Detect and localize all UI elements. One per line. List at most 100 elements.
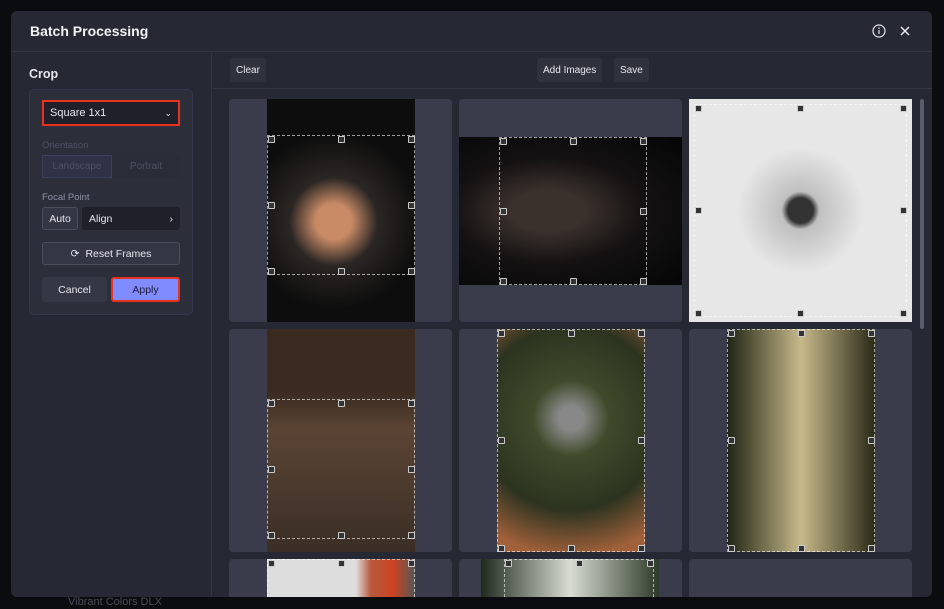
dialog-title: Batch Processing [30,23,149,39]
crop-handle[interactable] [407,201,415,209]
crop-handle[interactable] [337,135,345,143]
crop-handle[interactable] [727,329,735,337]
crop-handle[interactable] [504,559,512,567]
image-tile-empty[interactable] [689,559,912,597]
image-tile-trees[interactable] [459,559,682,597]
clear-button[interactable]: Clear [230,58,266,82]
crop-handle[interactable] [267,399,275,407]
crop-handle[interactable] [797,329,805,337]
save-button[interactable]: Save [614,58,649,82]
crop-handle[interactable] [639,137,647,145]
orientation-portrait[interactable]: Portrait [112,155,180,178]
crop-handle[interactable] [407,135,415,143]
image-tile-street-building[interactable] [229,559,452,597]
close-icon[interactable] [897,23,913,39]
crop-handle[interactable] [694,104,702,112]
crop-handle[interactable] [499,137,507,145]
crop-handle[interactable] [337,559,345,567]
crop-handle[interactable] [499,277,507,285]
crop-handle[interactable] [337,531,345,539]
crop-handle[interactable] [867,437,875,444]
crop-frame[interactable] [497,329,645,552]
crop-handle[interactable] [637,544,645,552]
crop-handle[interactable] [867,544,875,552]
batch-processing-dialog: Batch Processing Crop Square 1x1 ⌄ Orient… [11,11,932,597]
ratio-select[interactable]: Square 1x1 ⌄ [42,100,180,126]
crop-handle[interactable] [497,329,505,337]
crop-handle[interactable] [797,309,804,317]
orientation-label: Orientation [42,140,89,151]
crop-handle[interactable] [267,201,275,209]
chevron-right-icon: › [169,212,174,225]
chevron-down-icon: ⌄ [164,107,172,118]
crop-handle[interactable] [899,104,907,112]
crop-title: Crop [29,67,59,81]
crop-handle[interactable] [267,531,275,539]
crop-handle[interactable] [407,531,415,539]
crop-handle[interactable] [575,559,583,567]
crop-settings-card: Square 1x1 ⌄ Orientation Landscape Portra… [29,89,193,315]
orientation-landscape[interactable]: Landscape [42,155,112,178]
crop-handle[interactable] [637,329,645,337]
crop-handle[interactable] [899,309,907,317]
dialog-header: Batch Processing [11,11,932,52]
reset-frames-label: Reset Frames [85,247,152,260]
toolbar: Clear Add Images Save [213,53,932,89]
crop-handle[interactable] [646,559,654,567]
crop-handle[interactable] [497,437,505,444]
cancel-button[interactable]: Cancel [42,277,107,302]
crop-handle[interactable] [694,309,702,317]
crop-frame[interactable] [267,135,415,275]
crop-handle[interactable] [797,104,804,112]
image-tile-lens-on-stand[interactable] [229,329,452,552]
crop-handle[interactable] [407,399,415,407]
crop-handle[interactable] [407,559,415,567]
crop-frame[interactable] [267,399,415,539]
crop-handle[interactable] [694,207,702,214]
image-tile-camera-on-white[interactable] [689,99,912,322]
image-tile-sd-card-in-hand[interactable] [229,99,452,322]
image-tile-lens-closeup[interactable] [459,99,682,322]
image-area: Clear Add Images Save [213,53,932,597]
crop-frame[interactable] [727,329,875,552]
crop-handle[interactable] [407,267,415,275]
crop-handle[interactable] [727,544,735,552]
crop-handle[interactable] [267,135,275,143]
crop-handle[interactable] [639,207,647,215]
crop-handle[interactable] [567,329,575,337]
crop-handle[interactable] [567,544,575,552]
align-button[interactable]: Align › [82,207,180,230]
crop-handle[interactable] [899,207,907,214]
scrollbar[interactable] [920,99,924,329]
crop-handle[interactable] [639,277,647,285]
auto-button[interactable]: Auto [42,207,78,230]
align-label: Align [89,212,113,225]
image-tile-woman-in-forest[interactable] [689,329,912,552]
focal-point-label: Focal Point [42,192,90,203]
add-images-button[interactable]: Add Images [537,58,603,82]
crop-handle[interactable] [337,399,345,407]
orientation-toggle: Landscape Portrait [42,155,180,178]
background-app-label: Vibrant Colors DLX [68,596,162,608]
crop-frame[interactable] [694,104,907,317]
crop-handle[interactable] [797,544,805,552]
crop-handle[interactable] [569,137,577,145]
refresh-icon: ⟳ [70,247,80,260]
crop-handle[interactable] [499,207,507,215]
crop-handle[interactable] [337,267,345,275]
crop-frame[interactable] [499,137,647,285]
crop-handle[interactable] [267,559,275,567]
crop-handle[interactable] [569,277,577,285]
crop-handle[interactable] [267,267,275,275]
reset-frames-button[interactable]: ⟳ Reset Frames [42,242,180,265]
crop-handle[interactable] [267,465,275,473]
apply-button[interactable]: Apply [111,277,180,302]
crop-handle[interactable] [497,544,505,552]
crop-handle[interactable] [637,437,645,444]
image-grid [229,99,912,597]
crop-handle[interactable] [727,437,735,444]
crop-handle[interactable] [407,465,415,473]
crop-handle[interactable] [867,329,875,337]
image-tile-camera-in-hand-leaves[interactable] [459,329,682,552]
info-icon[interactable] [871,23,887,39]
